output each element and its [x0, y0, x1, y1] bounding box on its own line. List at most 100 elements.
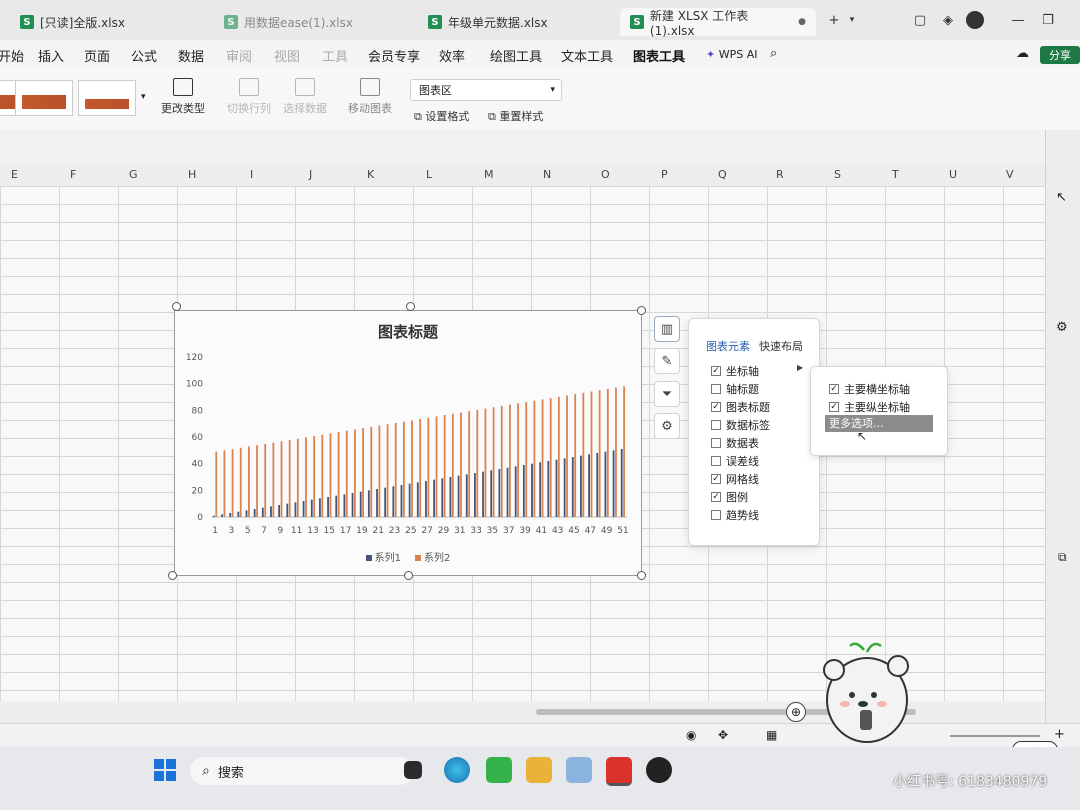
column-header[interactable]: V	[1006, 168, 1014, 181]
tab-chart-elements[interactable]: 图表元素	[706, 338, 750, 354]
menu-home[interactable]: 开始	[0, 46, 24, 65]
column-header[interactable]: G	[129, 168, 138, 181]
chart-area[interactable]: 图表标题 0 20 40 60 80 100 120 1 3 5 7 9 11 13 15 17 19 21 23 2…	[174, 310, 642, 576]
element-chart-title[interactable]: ✓ 图表标题	[711, 399, 770, 415]
qq-icon[interactable]	[646, 757, 672, 783]
notepad-icon[interactable]	[566, 757, 592, 783]
chart-style-brush-icon[interactable]: ✎	[654, 348, 680, 374]
chart-elements-icon[interactable]: ▥	[654, 316, 680, 342]
column-header[interactable]: H	[188, 168, 196, 181]
menu-member[interactable]: 会员专享	[368, 46, 420, 65]
chart-filter-icon[interactable]: ⏷	[654, 381, 680, 407]
switch-rowcol-button[interactable]: 切换行列	[226, 78, 272, 116]
checkbox-checked[interactable]: ✓	[711, 492, 721, 502]
column-header[interactable]: T	[892, 168, 899, 181]
checkbox-checked[interactable]: ✓	[711, 366, 721, 376]
doc-tab-3[interactable]: S 年级单元数据.xlsx	[418, 8, 618, 36]
tab-quick-layout[interactable]: 快速布局	[759, 338, 803, 354]
chevron-down-icon[interactable]: ▾	[844, 12, 860, 28]
element-axis-title[interactable]: 轴标题	[711, 381, 759, 397]
share-button[interactable]: 分享	[1040, 46, 1080, 64]
resize-handle-br[interactable]	[637, 571, 646, 580]
column-header[interactable]: L	[426, 168, 432, 181]
element-axes[interactable]: ✓ 坐标轴	[711, 363, 759, 379]
menu-wps-ai[interactable]: ✦ WPS AI	[706, 48, 757, 61]
checkbox-unchecked[interactable]	[711, 510, 721, 520]
formula-bar[interactable]	[0, 130, 1080, 165]
menu-review[interactable]: 审阅	[226, 46, 252, 65]
column-header[interactable]: J	[309, 168, 312, 181]
minimize-icon[interactable]: —	[1010, 12, 1026, 28]
element-data-table[interactable]: 数据表	[711, 435, 759, 451]
checkbox-unchecked[interactable]	[711, 420, 721, 430]
restore-icon[interactable]: ❐	[1040, 12, 1056, 28]
menu-insert[interactable]: 插入	[38, 46, 64, 65]
submenu-primary-horizontal-axis[interactable]: ✓ 主要横坐标轴	[829, 381, 910, 397]
element-gridlines[interactable]: ✓ 网格线	[711, 471, 759, 487]
edge-browser-icon[interactable]	[444, 757, 470, 783]
zoom-slider[interactable]	[950, 735, 1040, 737]
element-trendline[interactable]: 趋势线	[711, 507, 759, 523]
column-header[interactable]: M	[484, 168, 494, 181]
column-header[interactable]: P	[661, 168, 668, 181]
column-header[interactable]: R	[776, 168, 784, 181]
windows-start-icon[interactable]	[154, 759, 176, 781]
column-header[interactable]: E	[11, 168, 18, 181]
change-type-button[interactable]: 更改类型	[160, 78, 206, 116]
submenu-primary-vertical-axis[interactable]: ✓ 主要纵坐标轴	[829, 399, 910, 415]
zoom-in-icon[interactable]: +	[1054, 727, 1065, 742]
element-error-bars[interactable]: 误差线	[711, 453, 759, 469]
menu-data[interactable]: 数据	[178, 46, 204, 65]
checkbox-unchecked[interactable]	[711, 384, 721, 394]
menu-formula[interactable]: 公式	[131, 46, 157, 65]
set-format-button[interactable]: ⧉ 设置格式	[414, 108, 469, 124]
file-explorer-icon[interactable]	[526, 757, 552, 783]
doc-tab-1[interactable]: S [只读]全版.xlsx	[10, 8, 210, 36]
cube-icon[interactable]: ◈	[940, 12, 956, 28]
new-tab-plus-icon[interactable]: +	[826, 12, 842, 28]
menu-chart-tools[interactable]: 图表工具	[633, 46, 686, 70]
taskbar-search-box[interactable]: ⌕ 搜索	[190, 757, 414, 785]
move-chart-button[interactable]: 移动图表	[346, 78, 394, 116]
checkbox-checked[interactable]: ✓	[829, 384, 839, 394]
view-mode-icon[interactable]: ✥	[718, 728, 728, 742]
column-header[interactable]: K	[367, 168, 374, 181]
doc-tab-4-active[interactable]: S 新建 XLSX 工作表(1).xlsx ●	[620, 8, 816, 38]
element-data-labels[interactable]: 数据标签	[711, 417, 770, 433]
resize-handle-bl[interactable]	[168, 571, 177, 580]
column-header[interactable]: N	[543, 168, 551, 181]
column-header[interactable]: Q	[718, 168, 727, 181]
column-header[interactable]: O	[601, 168, 610, 181]
task-view-icon[interactable]	[404, 761, 422, 779]
eye-icon[interactable]: ◉	[686, 728, 696, 742]
cursor-icon[interactable]: ↖	[1056, 190, 1067, 205]
chart-style-thumb-2[interactable]	[15, 80, 73, 116]
cloud-upload-icon[interactable]: ☁	[1016, 46, 1029, 61]
menu-page[interactable]: 页面	[84, 46, 110, 65]
avatar[interactable]	[966, 11, 984, 29]
reset-style-button[interactable]: ⧉ 重置样式	[488, 108, 543, 124]
normal-view-icon[interactable]: ▦	[766, 728, 777, 742]
menu-text-tools[interactable]: 文本工具	[561, 46, 613, 65]
select-data-button[interactable]: 选择数据	[282, 78, 328, 116]
resize-handle-tl[interactable]	[172, 302, 181, 311]
copy-icon[interactable]: ⧉	[1058, 550, 1067, 565]
wechat-icon[interactable]	[486, 757, 512, 783]
chart-style-thumb-3[interactable]	[78, 80, 136, 116]
element-legend[interactable]: ✓ 图例	[711, 489, 748, 505]
checkbox-unchecked[interactable]	[711, 456, 721, 466]
chart-legend[interactable]: 系列1 系列2	[175, 549, 641, 564]
resize-handle-bottom[interactable]	[404, 571, 413, 580]
chart-settings-icon[interactable]: ⚙	[654, 413, 680, 439]
search-icon[interactable]: ⌕	[770, 46, 777, 61]
chart-element-select[interactable]: 图表区 ▾	[410, 79, 562, 101]
menu-tools[interactable]: 工具	[322, 46, 348, 65]
chevron-down-icon[interactable]: ▾	[141, 92, 146, 102]
checkbox-checked[interactable]: ✓	[829, 402, 839, 412]
column-header[interactable]: S	[834, 168, 841, 181]
checkbox-checked[interactable]: ✓	[711, 402, 721, 412]
column-header[interactable]: I	[250, 168, 253, 181]
more-options-item[interactable]: 更多选项...	[825, 415, 933, 432]
resize-handle-top[interactable]	[406, 302, 415, 311]
settings-icon[interactable]: ⚙	[1056, 320, 1068, 335]
